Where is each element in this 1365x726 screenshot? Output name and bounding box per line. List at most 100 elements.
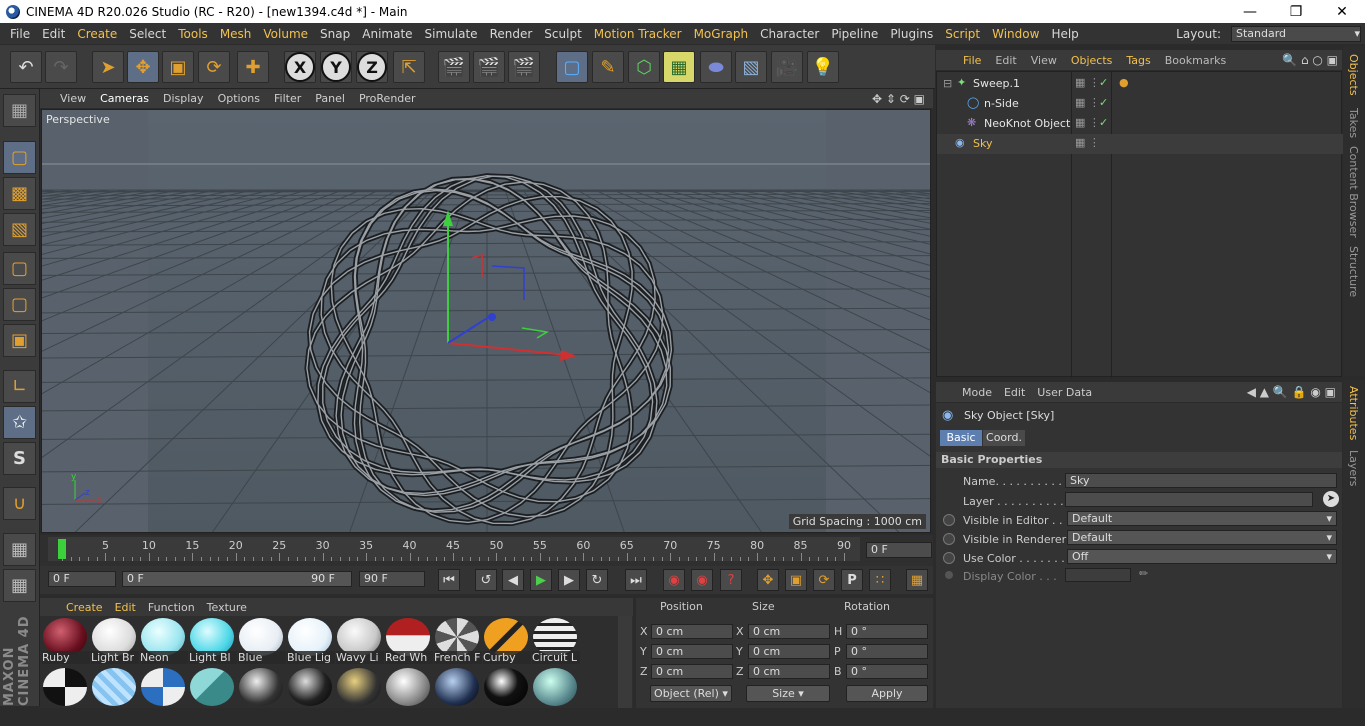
objmgr-menu-edit[interactable]: Edit (988, 54, 1023, 67)
rot-b-field[interactable]: 0 ° (846, 664, 928, 679)
start-frame-field[interactable]: 0 F (48, 571, 116, 587)
live-selection-button[interactable]: ➤ (92, 51, 124, 83)
objmgr-tool-icons[interactable]: 🔍 ⌂ ○ ▣ (1282, 53, 1342, 67)
object-row-sky[interactable]: ◉ Sky ▦ ⋮ (937, 134, 1343, 154)
vis-render-animate-radio[interactable] (943, 533, 955, 545)
magnet-button[interactable]: ∪ (3, 487, 36, 520)
layer-field[interactable] (1065, 492, 1313, 507)
play-button[interactable]: ▶ (530, 569, 552, 591)
editor-render-dots-icon[interactable]: ▦ ⋮ (1075, 96, 1100, 109)
menu-mograph[interactable]: MoGraph (688, 27, 755, 41)
lock-workplane-button[interactable]: ▦ (3, 533, 36, 566)
points-mode-button[interactable]: ▢ (3, 252, 36, 285)
objmgr-menu-view[interactable]: View (1024, 54, 1064, 67)
close-icon[interactable]: ✕ (1319, 4, 1365, 20)
previous-key-button[interactable]: ↺ (475, 569, 497, 591)
pos-z-field[interactable]: 0 cm (651, 664, 733, 679)
viewport-menu-panel[interactable]: Panel (308, 92, 352, 105)
move-button[interactable]: ✥ (127, 51, 159, 83)
objmgr-menu-objects[interactable]: Objects (1064, 54, 1120, 67)
menu-character[interactable]: Character (754, 27, 825, 41)
rot-p-field[interactable]: 0 ° (846, 644, 928, 659)
material-light-bl[interactable]: Light Bl (189, 618, 237, 664)
material-blue[interactable]: Blue (238, 618, 286, 664)
x-axis-button[interactable]: X (284, 51, 316, 83)
record-keys-button[interactable]: ◉ (663, 569, 685, 591)
playhead[interactable] (58, 539, 66, 559)
y-axis-button[interactable]: Y (320, 51, 352, 83)
menu-volume[interactable]: Volume (257, 27, 314, 41)
record-rotation-button[interactable]: ⟳ (813, 569, 835, 591)
material-curby[interactable]: Curby (483, 618, 531, 664)
edges-mode-button[interactable]: ▢ (3, 288, 36, 321)
attr-menu-edit[interactable]: Edit (998, 386, 1031, 399)
editor-render-dots-icon[interactable]: ▦ ⋮ (1075, 76, 1100, 89)
attr-menu-mode[interactable]: Mode (956, 386, 998, 399)
objmgr-menu-tags[interactable]: Tags (1119, 54, 1157, 67)
material-menu-create[interactable]: Create (60, 601, 109, 614)
material-scrollbar[interactable] (618, 616, 632, 708)
pos-x-field[interactable]: 0 cm (651, 624, 733, 639)
deformer-button[interactable]: ⬬ (700, 51, 732, 83)
menu-sculpt[interactable]: Sculpt (538, 27, 587, 41)
timeline-settings-button[interactable]: ▦ (906, 569, 928, 591)
preview-range-slider[interactable]: 0 F 90 F (122, 571, 352, 587)
material-blue-lig[interactable]: Blue Lig (287, 618, 335, 664)
rot-h-field[interactable]: 0 ° (846, 624, 928, 639)
timeline-ruler[interactable]: 051015202530354045505560657075808590 (48, 537, 860, 561)
menu-help[interactable]: Help (1045, 27, 1084, 41)
viewport-menu-cameras[interactable]: Cameras (93, 92, 156, 105)
viewport-menu-options[interactable]: Options (211, 92, 267, 105)
workplane-mode-button[interactable]: ▧ (3, 213, 36, 246)
pen-spline-button[interactable]: ✎ (592, 51, 624, 83)
editor-render-dots-icon[interactable]: ▦ ⋮ (1075, 136, 1100, 149)
menu-mesh[interactable]: Mesh (214, 27, 258, 41)
model-mode-button[interactable]: ▢ (3, 141, 36, 174)
record-position-button[interactable]: ✥ (757, 569, 779, 591)
viewport-menu-view[interactable]: View (40, 92, 93, 105)
render-picture-viewer-button[interactable]: 🎬 (473, 51, 505, 83)
tab-content-browser[interactable]: Content Browser (1347, 146, 1360, 238)
vis-editor-animate-radio[interactable] (943, 514, 955, 526)
previous-frame-button[interactable]: ◀ (502, 569, 524, 591)
array-button[interactable]: ▦ (663, 51, 695, 83)
scale-button[interactable]: ▣ (162, 51, 194, 83)
autokeying-button[interactable]: ◉ (691, 569, 713, 591)
attr-menu-user-data[interactable]: User Data (1031, 386, 1098, 399)
attr-tab-coord[interactable]: Coord. (983, 430, 1025, 446)
use-color-dropdown[interactable]: Off ▾ (1067, 549, 1337, 564)
object-name[interactable]: NeoKnot Object (984, 117, 1070, 130)
object-row-neoknot[interactable]: ❋ NeoKnot Object ▦ ⋮ ✓ (937, 114, 1343, 134)
goto-end-button[interactable]: ⏭ (625, 569, 647, 591)
layer-picker-icon[interactable]: ➤ (1323, 491, 1339, 507)
material-neon[interactable]: Neon (140, 618, 188, 664)
menu-plugins[interactable]: Plugins (884, 27, 939, 41)
render-view-button[interactable]: 🎬 (438, 51, 470, 83)
menu-simulate[interactable]: Simulate (419, 27, 484, 41)
cube-button[interactable]: ▢ (556, 51, 588, 83)
name-field[interactable]: Sky (1065, 473, 1337, 488)
subdivision-surface-button[interactable]: ⬡ (628, 51, 660, 83)
tab-objects[interactable]: Objects (1347, 54, 1360, 96)
z-axis-dot[interactable] (488, 313, 496, 321)
attr-tab-basic[interactable]: Basic (940, 430, 982, 446)
timeline[interactable]: 051015202530354045505560657075808590 0 F (40, 535, 933, 566)
menu-motion-tracker[interactable]: Motion Tracker (588, 27, 688, 41)
enabled-check-icon[interactable]: ✓ (1099, 96, 1108, 109)
menu-snap[interactable]: Snap (314, 27, 356, 41)
use-color-animate-radio[interactable] (943, 552, 955, 564)
undo-button[interactable]: ↶ (10, 51, 42, 83)
material-red-wh[interactable]: Red Wh (385, 618, 433, 664)
layout-select[interactable]: Standard ▾ (1231, 25, 1361, 42)
goto-start-button[interactable]: ⏮ (438, 569, 460, 591)
objmgr-menu-file[interactable]: File (956, 54, 988, 67)
render-settings-button[interactable]: 🎬 (508, 51, 540, 83)
material-french-f[interactable]: French F (434, 618, 482, 664)
tree-collapse-icon[interactable]: ⊟ (943, 77, 952, 90)
perspective-viewport[interactable]: y x z Perspective Grid Spacing : 1000 cm (41, 109, 931, 533)
objmgr-menu-bookmarks[interactable]: Bookmarks (1158, 54, 1233, 67)
size-x-field[interactable]: 0 cm (748, 624, 830, 639)
texture-mode-button[interactable]: ▩ (3, 177, 36, 210)
floor-button[interactable]: ▧ (735, 51, 767, 83)
material-menu-function[interactable]: Function (142, 601, 201, 614)
